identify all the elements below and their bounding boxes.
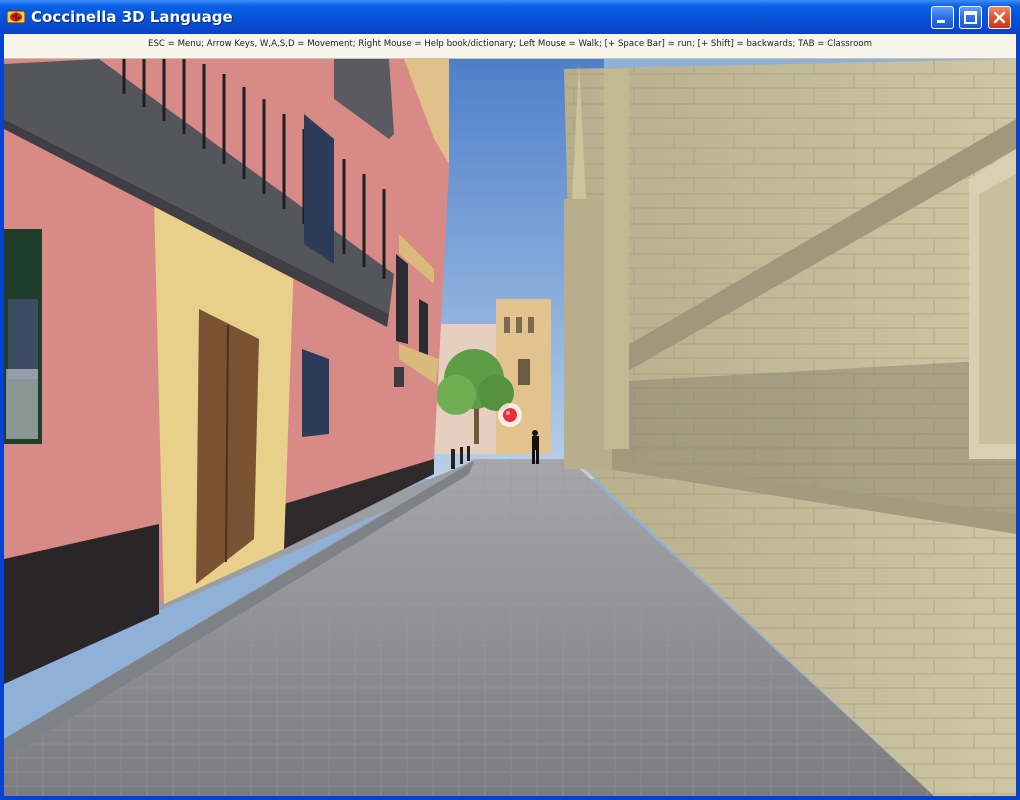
title-bar[interactable]: Coccinella 3D Language — [0, 0, 1020, 34]
window-title: Coccinella 3D Language — [31, 8, 233, 26]
close-icon — [993, 11, 1006, 24]
street-scene — [4, 59, 1016, 796]
app-ladybug-icon — [7, 10, 25, 24]
controls-help-bar: ESC = Menu; Arrow Keys, W,A,S,D = Moveme… — [4, 34, 1016, 59]
crosshair-icon — [498, 403, 522, 427]
close-button[interactable] — [988, 6, 1011, 29]
maximize-button[interactable] — [959, 6, 982, 29]
game-viewport[interactable] — [4, 59, 1016, 796]
app-window: Coccinella 3D Language ESC = Menu; Arrow… — [0, 0, 1020, 800]
minimize-icon — [937, 20, 945, 23]
controls-help-text: ESC = Menu; Arrow Keys, W,A,S,D = Moveme… — [148, 39, 872, 49]
maximize-icon — [964, 11, 977, 24]
minimize-button[interactable] — [931, 6, 954, 29]
